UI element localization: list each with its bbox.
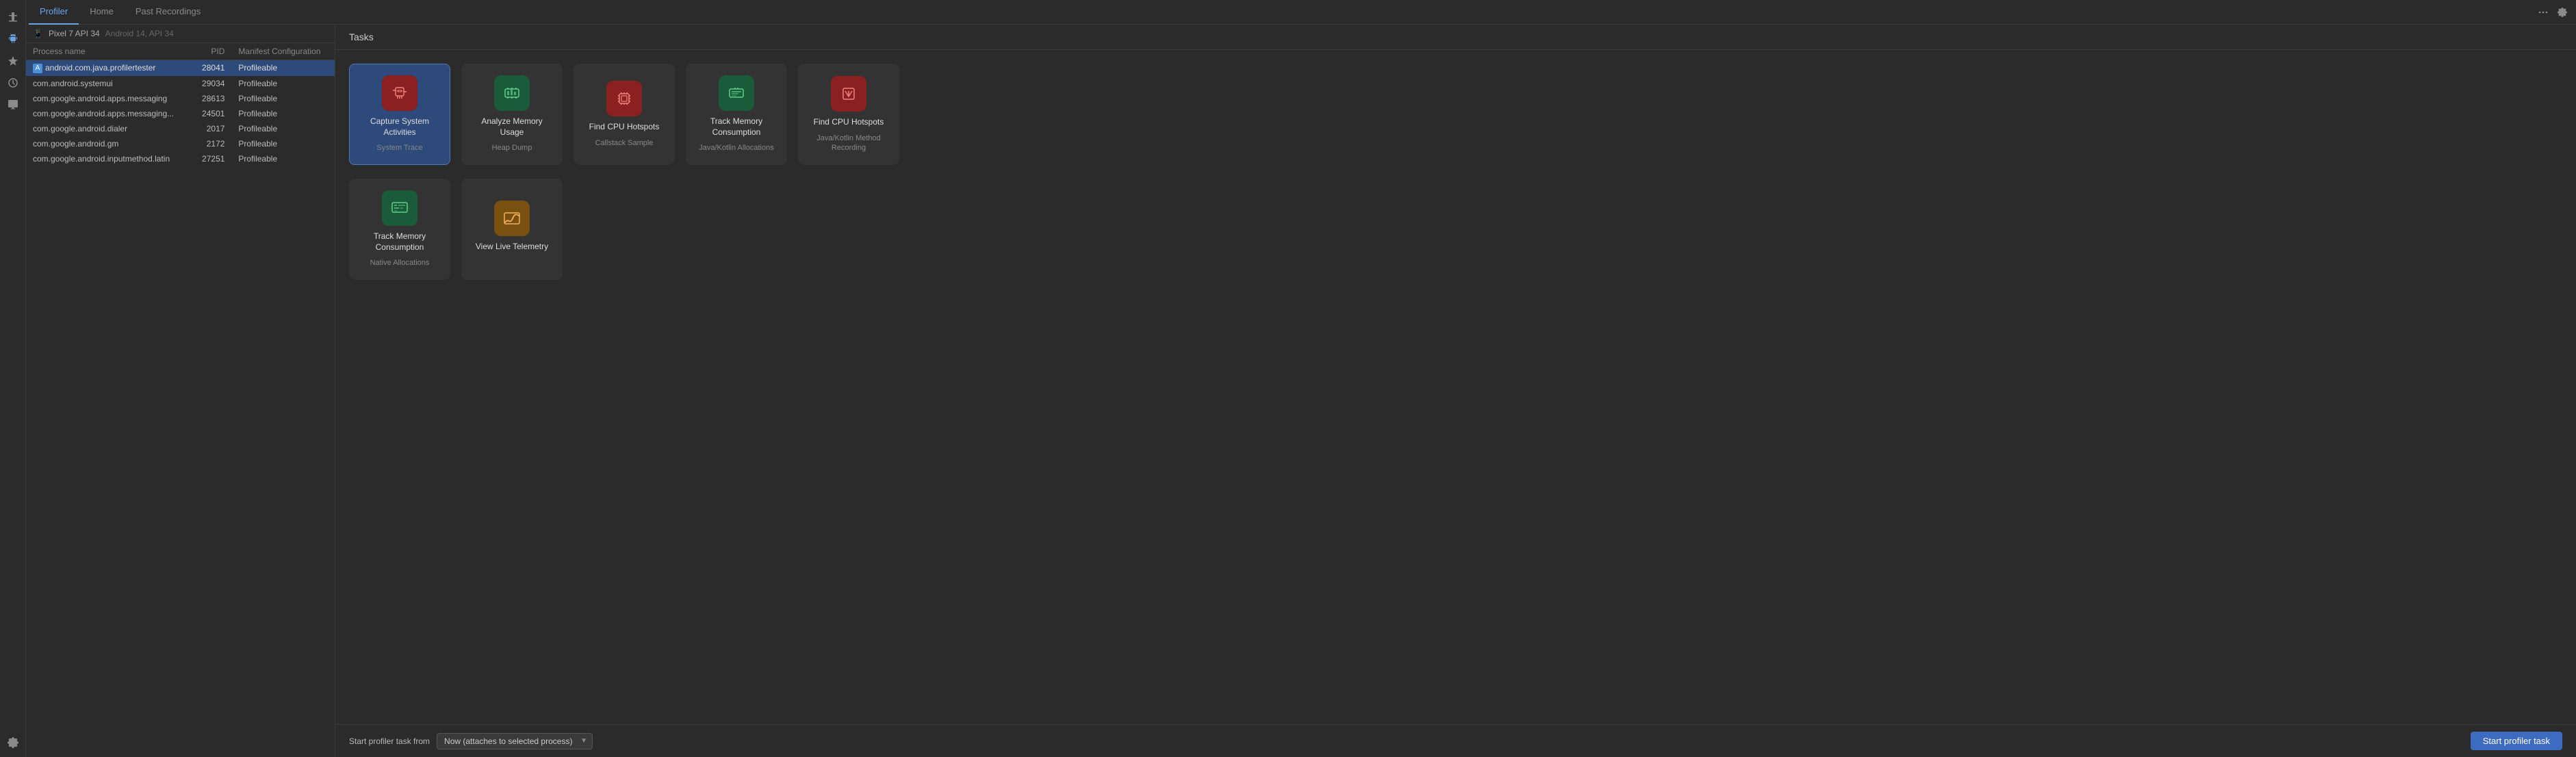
process-name-cell: com.google.android.gm (26, 136, 192, 151)
task-analyze-title: Analyze Memory Usage (469, 116, 554, 138)
process-manifest-cell: Profileable (231, 91, 335, 106)
process-pid-cell: 29034 (192, 76, 231, 91)
tab-bar: Profiler Home Past Recordings (26, 0, 2576, 25)
track-mem-icon (725, 82, 747, 104)
task-card-track-memory-native[interactable]: Track Memory Consumption Native Allocati… (349, 179, 450, 280)
task-icon-track-mem (719, 75, 754, 111)
tasks-row-1: Capture System Activities System Trace (349, 64, 2562, 165)
cpu-icon (613, 88, 635, 110)
device-os: Android 14, API 34 (105, 29, 174, 38)
col-process-name: Process name (26, 43, 192, 60)
telemetry-icon (501, 207, 523, 229)
dropdown-wrap: Now (attaches to selected process) ▼ (437, 733, 593, 749)
task-capture-subtitle: System Trace (376, 143, 422, 153)
process-name-cell: com.google.android.apps.messaging... (26, 106, 192, 121)
process-pid-cell: 27251 (192, 151, 231, 166)
process-manifest-cell: Profileable (231, 121, 335, 136)
task-cpu-subtitle: Callstack Sample (595, 138, 654, 148)
device-icon: 📱 (33, 29, 43, 38)
sidebar-icon-clock[interactable] (4, 74, 22, 92)
memory-icon (501, 82, 523, 104)
task-icon-memory (494, 75, 530, 111)
sidebar-icon-star[interactable] (4, 52, 22, 70)
task-icon-cpu2 (831, 76, 866, 112)
main-area: Profiler Home Past Recordings 📱 Pixel 7 … (26, 0, 2576, 757)
device-name: Pixel 7 API 34 (49, 29, 100, 38)
task-card-find-cpu-hotspots-2[interactable]: Find CPU Hotspots Java/Kotlin Method Rec… (798, 64, 899, 165)
tab-home[interactable]: Home (79, 0, 125, 25)
task-icon-native (382, 190, 417, 226)
task-telemetry-title: View Live Telemetry (476, 242, 548, 253)
table-row[interactable]: com.google.android.gm2172Profileable (26, 136, 335, 151)
profiler-task-dropdown[interactable]: Now (attaches to selected process) (437, 733, 593, 749)
start-profiler-label: Start profiler task from (349, 736, 430, 746)
task-card-analyze-memory[interactable]: Analyze Memory Usage Heap Dump (461, 64, 563, 165)
task-icon-cpu (606, 81, 642, 116)
tasks-header: Tasks (335, 25, 2576, 50)
tasks-panel: Tasks (335, 25, 2576, 757)
cpu2-icon (838, 83, 860, 105)
settings-button[interactable] (2554, 4, 2571, 21)
table-row[interactable]: com.google.android.apps.messaging28613Pr… (26, 91, 335, 106)
process-pid-cell: 2017 (192, 121, 231, 136)
task-card-view-live-telemetry[interactable]: View Live Telemetry (461, 179, 563, 280)
task-card-capture-system-activities[interactable]: Capture System Activities System Trace (349, 64, 450, 165)
task-native-title: Track Memory Consumption (357, 231, 442, 253)
process-pid-cell: 24501 (192, 106, 231, 121)
process-manifest-cell: Profileable (231, 76, 335, 91)
sidebar (0, 0, 26, 757)
col-manifest: Manifest Configuration (231, 43, 335, 60)
table-row[interactable]: Aandroid.com.java.profilertester28041Pro… (26, 60, 335, 76)
process-name-cell: com.android.systemui (26, 76, 192, 91)
col-pid: PID (192, 43, 231, 60)
process-name-cell: com.google.android.apps.messaging (26, 91, 192, 106)
task-card-find-cpu-hotspots[interactable]: Find CPU Hotspots Callstack Sample (574, 64, 675, 165)
task-capture-title: Capture System Activities (358, 116, 441, 138)
process-pid-cell: 28613 (192, 91, 231, 106)
sidebar-icon-tool[interactable] (4, 8, 22, 26)
more-options-button[interactable] (2535, 4, 2551, 21)
process-pid-cell: 2172 (192, 136, 231, 151)
process-manifest-cell: Profileable (231, 60, 335, 76)
tasks-row-2: Track Memory Consumption Native Allocati… (349, 179, 2562, 280)
process-name-cell: Aandroid.com.java.profilertester (26, 60, 192, 76)
process-manifest-cell: Profileable (231, 151, 335, 166)
task-cpu-title: Find CPU Hotspots (589, 122, 660, 133)
process-name-cell: com.google.android.inputmethod.latin (26, 151, 192, 166)
task-track-subtitle: Java/Kotlin Allocations (699, 143, 773, 153)
tasks-grid: Capture System Activities System Trace (335, 50, 2576, 724)
task-cpu2-subtitle: Java/Kotlin Method Recording (806, 133, 891, 153)
task-cpu2-title: Find CPU Hotspots (814, 117, 884, 128)
tab-past-recordings[interactable]: Past Recordings (125, 0, 211, 25)
process-pid-cell: 28041 (192, 60, 231, 76)
task-native-subtitle: Native Allocations (370, 258, 430, 268)
task-icon-circuit (382, 75, 417, 111)
process-name-cell: com.google.android.dialer (26, 121, 192, 136)
sidebar-icon-monitor[interactable] (4, 96, 22, 114)
sidebar-icon-settings[interactable] (4, 734, 22, 752)
process-manifest-cell: Profileable (231, 136, 335, 151)
bottom-bar: Start profiler task from Now (attaches t… (335, 724, 2576, 757)
task-analyze-subtitle: Heap Dump (492, 143, 532, 153)
task-track-title: Track Memory Consumption (694, 116, 779, 138)
task-icon-telemetry (494, 201, 530, 236)
table-row[interactable]: com.google.android.dialer2017Profileable (26, 121, 335, 136)
table-row[interactable]: com.android.systemui29034Profileable (26, 76, 335, 91)
start-profiler-button[interactable]: Start profiler task (2471, 732, 2562, 750)
device-header: 📱 Pixel 7 API 34 Android 14, API 34 (26, 25, 335, 43)
native-icon (389, 197, 411, 219)
content-area: 📱 Pixel 7 API 34 Android 14, API 34 Proc… (26, 25, 2576, 757)
tab-bar-actions (2535, 4, 2576, 21)
sidebar-icon-android[interactable] (4, 30, 22, 48)
tab-profiler[interactable]: Profiler (29, 0, 79, 25)
table-row[interactable]: com.google.android.inputmethod.latin2725… (26, 151, 335, 166)
circuit-icon (389, 82, 411, 104)
process-table: Process name PID Manifest Configuration … (26, 43, 335, 757)
task-card-track-memory[interactable]: Track Memory Consumption Java/Kotlin All… (686, 64, 787, 165)
table-row[interactable]: com.google.android.apps.messaging...2450… (26, 106, 335, 121)
process-panel: 📱 Pixel 7 API 34 Android 14, API 34 Proc… (26, 25, 335, 757)
process-manifest-cell: Profileable (231, 106, 335, 121)
